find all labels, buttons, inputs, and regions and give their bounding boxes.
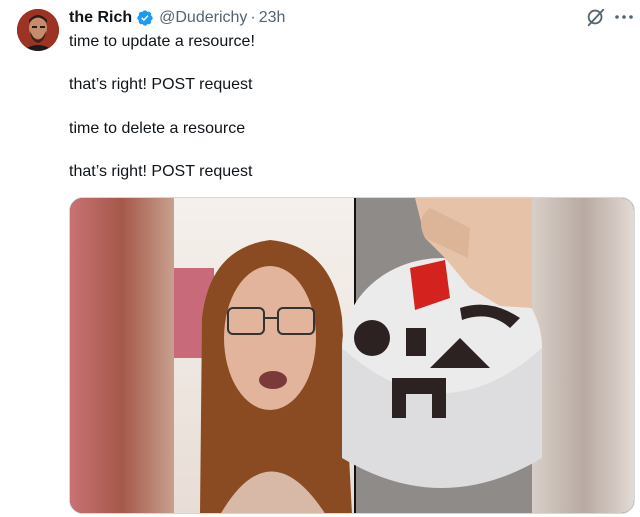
avatar[interactable]	[17, 9, 59, 51]
separator-dot: ·	[250, 9, 256, 26]
verified-badge-icon[interactable]	[136, 9, 154, 27]
more-options-icon[interactable]	[612, 10, 636, 24]
tweet-text-line: that’s right! POST request	[69, 163, 253, 180]
user-handle[interactable]: @Duderichy	[159, 9, 247, 27]
display-name[interactable]: the Rich	[69, 9, 132, 27]
tweet-text-line: that’s right! POST request	[69, 76, 253, 93]
tweet-header: the Rich @Duderichy · 23h	[69, 8, 285, 28]
grok-icon[interactable]	[585, 6, 607, 28]
tweet-text-line: time to update a resource!	[69, 33, 255, 50]
tweet-text-line: time to delete a resource	[69, 120, 246, 137]
tweet-media-video[interactable]	[69, 197, 635, 514]
timestamp[interactable]: 23h	[259, 9, 286, 27]
